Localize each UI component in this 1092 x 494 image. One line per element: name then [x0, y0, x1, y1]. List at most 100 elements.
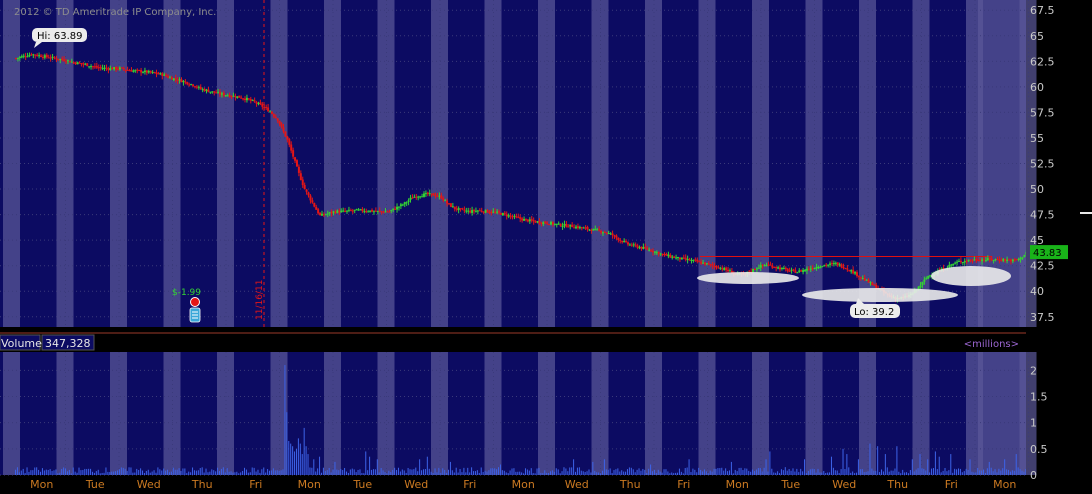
candle-down — [771, 265, 774, 268]
candle-down — [524, 218, 527, 220]
volume-bar — [353, 469, 355, 475]
day-label: Tue — [352, 478, 372, 491]
volume-bar — [1019, 468, 1021, 475]
candle-up — [961, 262, 964, 264]
volume-bar — [218, 471, 220, 475]
volume-bar — [38, 469, 40, 475]
volume-bar — [950, 454, 952, 475]
volume-bar — [886, 467, 888, 475]
volume-bar — [1008, 469, 1010, 475]
candle-up — [159, 73, 162, 75]
volume-bar — [917, 468, 919, 475]
volume-bar — [971, 471, 973, 475]
candle-down — [576, 226, 579, 229]
candle-up — [59, 59, 62, 61]
candle-down — [669, 254, 672, 258]
volume-bar — [320, 472, 322, 475]
candle-up — [226, 95, 229, 97]
candle-up — [113, 67, 116, 70]
volume-bar — [846, 454, 848, 475]
volume-bar — [582, 471, 584, 475]
candle-up — [372, 211, 375, 213]
highlight-ellipse-3 — [931, 266, 1011, 286]
volume-bar — [474, 471, 476, 475]
session-shade — [431, 0, 448, 327]
candle-up — [16, 57, 19, 59]
candle-down — [322, 214, 325, 216]
volume-bar — [603, 459, 605, 475]
candle-down — [694, 259, 697, 261]
volume-bar — [292, 446, 294, 475]
volume-bar — [1002, 468, 1004, 475]
volume-bar — [623, 471, 625, 475]
volume-bar — [830, 456, 832, 475]
volume-tick-label: 0 — [1030, 469, 1037, 482]
day-label: Thu — [619, 478, 641, 491]
candle-up — [777, 267, 780, 269]
candle-down — [580, 227, 583, 229]
volume-bar — [36, 467, 38, 475]
volume-bar — [40, 471, 42, 475]
volume-bar — [725, 468, 727, 475]
event-icon[interactable] — [189, 297, 201, 323]
candle-down — [155, 72, 158, 74]
candle-down — [188, 84, 191, 86]
volume-bar — [70, 473, 72, 475]
volume-bar — [777, 471, 779, 475]
candle-down — [78, 62, 81, 64]
day-label: Mon — [993, 478, 1016, 491]
candle-down — [107, 68, 110, 70]
volume-bar — [203, 472, 205, 475]
volume-bar — [619, 471, 621, 475]
volume-bar — [424, 469, 426, 475]
volume-bar — [673, 473, 675, 475]
volume-bar — [829, 472, 831, 475]
candle-down — [621, 240, 624, 243]
volume-bar — [390, 472, 392, 475]
candle-down — [170, 77, 173, 80]
candle-up — [623, 241, 626, 243]
volume-bar — [765, 459, 767, 475]
volume-bar — [882, 471, 884, 475]
volume-bar — [761, 471, 763, 475]
candle-up — [655, 252, 658, 254]
volume-bar — [136, 468, 138, 475]
candle-up — [467, 210, 470, 212]
volume-bar — [415, 467, 417, 475]
candle-down — [600, 231, 603, 233]
candle-down — [351, 210, 354, 212]
candle-up — [671, 256, 674, 258]
volume-bar — [332, 469, 334, 475]
candle-down — [330, 211, 333, 214]
volume-bar — [594, 470, 596, 475]
candle-down — [120, 67, 123, 69]
volume-bar — [881, 469, 883, 475]
candle-down — [95, 65, 98, 68]
volume-bar — [625, 471, 627, 475]
volume-bar — [109, 472, 111, 475]
candle-down — [311, 200, 314, 203]
volume-bar — [278, 470, 280, 475]
volume-bar — [494, 468, 496, 475]
volume-bar — [586, 471, 588, 475]
candle-up — [355, 209, 358, 211]
volume-bar — [84, 468, 86, 475]
candle-down — [192, 84, 195, 87]
volume-bar — [521, 472, 523, 475]
volume-bar — [213, 470, 215, 475]
candle-down — [773, 267, 776, 269]
volume-bar — [513, 468, 515, 475]
volume-bar — [51, 470, 53, 475]
volume-bar — [611, 473, 613, 475]
candle-down — [234, 96, 237, 98]
volume-bar — [43, 470, 45, 475]
candle-down — [586, 227, 589, 230]
candle-down — [1004, 258, 1007, 261]
candle-up — [705, 263, 708, 265]
volume-bar — [201, 467, 203, 475]
volume-bar — [142, 470, 144, 475]
candle-down — [203, 89, 206, 92]
volume-bar — [363, 473, 365, 475]
volume-bar — [744, 468, 746, 475]
candle-up — [217, 92, 220, 94]
